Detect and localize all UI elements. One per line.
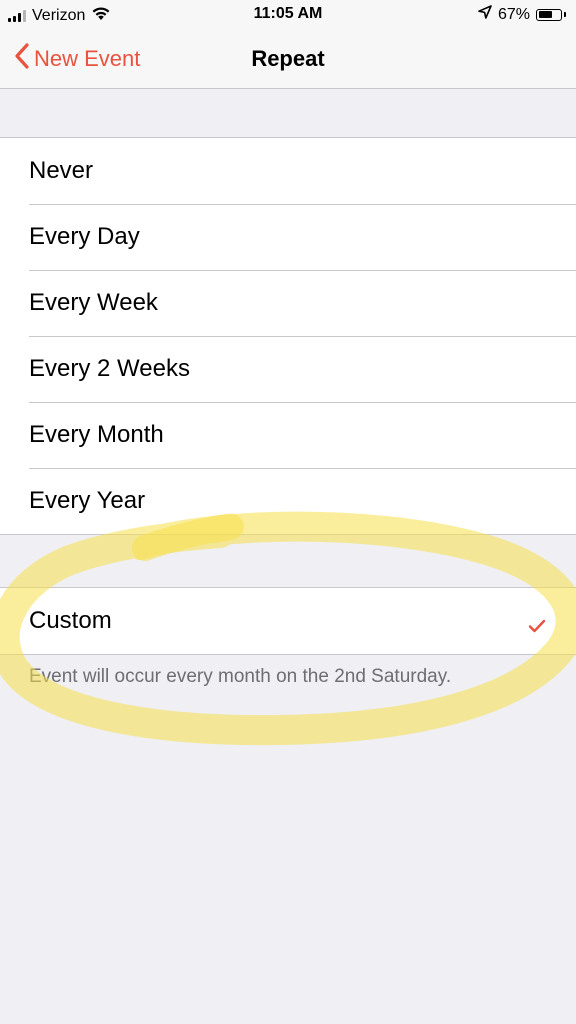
navigation-bar: New Event Repeat xyxy=(0,30,576,89)
repeat-option-every-day[interactable]: Every Day xyxy=(0,204,576,270)
repeat-option-never[interactable]: Never xyxy=(0,138,576,204)
battery-tip xyxy=(564,12,566,17)
option-label: Never xyxy=(29,157,94,184)
option-label: Every Day xyxy=(29,223,140,250)
repeat-option-every-month[interactable]: Every Month xyxy=(0,402,576,468)
option-label: Every Month xyxy=(29,421,164,448)
repeat-option-every-week[interactable]: Every Week xyxy=(0,270,576,336)
repeat-options-list: Never Every Day Every Week Every 2 Weeks… xyxy=(0,137,576,535)
location-arrow-icon xyxy=(478,5,492,24)
repeat-option-custom[interactable]: Custom xyxy=(0,588,576,654)
battery-percent: 67% xyxy=(497,5,530,23)
repeat-option-every-year[interactable]: Every Year xyxy=(0,468,576,534)
status-right: 67% xyxy=(478,5,566,24)
status-bar: Verizon 11:05 AM 67% xyxy=(0,0,576,30)
repeat-screen: Verizon 11:05 AM 67% New Event Repeat Ne… xyxy=(0,0,576,1024)
option-label: Custom xyxy=(29,607,112,634)
option-label: Every Week xyxy=(29,289,158,316)
page-title: Repeat xyxy=(251,46,325,71)
repeat-option-every-2-weeks[interactable]: Every 2 Weeks xyxy=(0,336,576,402)
checkmark-icon xyxy=(528,612,546,640)
option-label: Every 2 Weeks xyxy=(29,355,190,382)
custom-option-group: Custom xyxy=(0,587,576,655)
battery-level xyxy=(538,11,552,18)
option-label: Every Year xyxy=(29,487,146,514)
battery-icon xyxy=(536,8,562,21)
custom-description: Event will occur every month on the 2nd … xyxy=(29,666,452,687)
